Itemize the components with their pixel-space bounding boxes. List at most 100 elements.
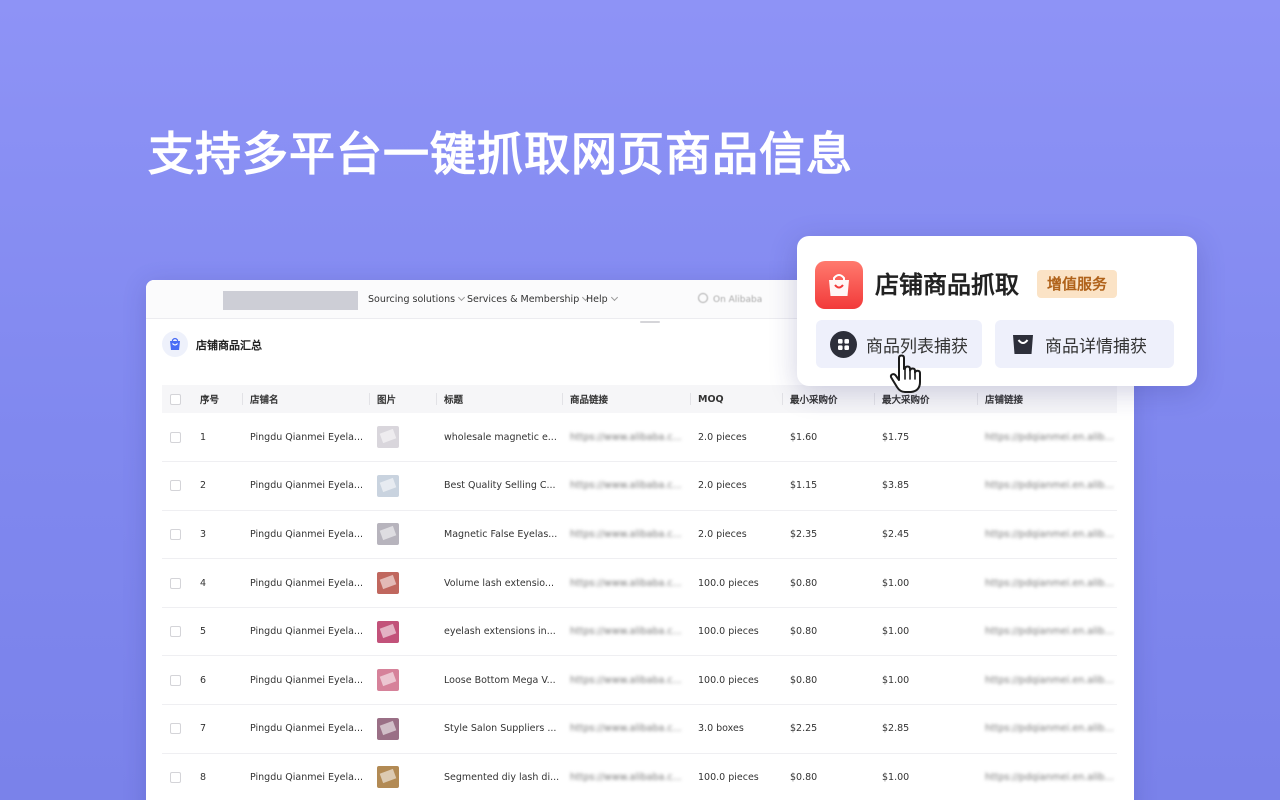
column-header: 店铺名 <box>242 385 369 413</box>
product-title: Style Salon Suppliers ... <box>436 704 562 754</box>
search-input[interactable]: On Alibaba <box>698 293 762 305</box>
capture-detail-button[interactable]: 商品详情捕获 <box>995 320 1174 368</box>
column-divider <box>782 393 783 405</box>
row-checkbox[interactable] <box>170 771 181 783</box>
column-divider <box>436 393 437 405</box>
product-image-cell <box>369 704 436 754</box>
column-header: 序号 <box>192 385 242 413</box>
column-header: 标题 <box>436 385 562 413</box>
nav-sourcing-solutions[interactable]: Sourcing solutions <box>368 293 466 305</box>
product-image-cell <box>369 510 436 560</box>
table-row[interactable]: 8 Pingdu Qianmei Eyela... Segmented diy la… <box>162 753 1117 800</box>
product-image-cell <box>369 655 436 706</box>
row-select-cell <box>162 704 192 754</box>
row-number: 6 <box>192 655 242 706</box>
product-title: Volume lash extensio... <box>436 558 562 608</box>
product-link[interactable]: https://www.alibaba.c... <box>562 607 690 657</box>
shop-link[interactable]: https://pdqianmei.en.alibab... <box>977 753 1117 800</box>
nav-help[interactable]: Help <box>586 293 618 305</box>
table-row[interactable]: 1 Pingdu Qianmei Eyela... wholesale magnet… <box>162 413 1117 463</box>
hand-pointer-icon <box>889 354 921 393</box>
product-thumbnail[interactable] <box>377 572 399 595</box>
product-thumbnail[interactable] <box>377 766 399 789</box>
moq: 3.0 boxes <box>690 704 782 754</box>
nav-label: Services & Membership <box>467 294 580 305</box>
moq: 100.0 pieces <box>690 753 782 800</box>
table-row[interactable]: 4 Pingdu Qianmei Eyela... Volume lash exte… <box>162 558 1117 608</box>
product-thumbnail[interactable] <box>377 426 399 449</box>
column-header: 最小采购价 <box>782 385 874 413</box>
table-row[interactable]: 2 Pingdu Qianmei Eyela... Best Quality Sel… <box>162 461 1117 511</box>
product-thumbnail[interactable] <box>377 523 399 546</box>
min-price: $0.80 <box>782 607 874 657</box>
table-row[interactable]: 3 Pingdu Qianmei Eyela... Magnetic False E… <box>162 510 1117 560</box>
row-checkbox[interactable] <box>170 577 181 589</box>
moq: 2.0 pieces <box>690 461 782 511</box>
shop-name: Pingdu Qianmei Eyela... <box>242 413 369 463</box>
row-number: 4 <box>192 558 242 608</box>
shopping-bag-icon <box>162 331 188 357</box>
column-header-label: 最大采购价 <box>882 395 930 406</box>
column-divider <box>369 393 370 405</box>
row-checkbox[interactable] <box>170 480 181 492</box>
product-image-cell <box>369 461 436 511</box>
hero-headline: 支持多平台一键抓取网页商品信息 <box>148 127 853 181</box>
row-select-cell <box>162 607 192 657</box>
row-checkbox[interactable] <box>170 626 181 638</box>
product-link[interactable]: https://www.alibaba.c... <box>562 413 690 463</box>
column-divider <box>242 393 243 405</box>
product-link[interactable]: https://www.alibaba.c... <box>562 461 690 511</box>
row-checkbox[interactable] <box>170 723 181 735</box>
shop-name: Pingdu Qianmei Eyela... <box>242 704 369 754</box>
row-number: 5 <box>192 607 242 657</box>
select-all-checkbox[interactable] <box>170 393 181 405</box>
shop-link[interactable]: https://pdqianmei.en.alibab... <box>977 607 1117 657</box>
nav-services-membership[interactable]: Services & Membership <box>467 293 590 305</box>
min-price: $2.35 <box>782 510 874 560</box>
table-row[interactable]: 5 Pingdu Qianmei Eyela... eyelash extensio… <box>162 607 1117 657</box>
row-select-cell <box>162 510 192 560</box>
shop-link[interactable]: https://pdqianmei.en.alibab... <box>977 461 1117 511</box>
search-icon <box>698 293 708 303</box>
row-checkbox[interactable] <box>170 431 181 443</box>
nav-label: Sourcing solutions <box>368 294 456 305</box>
search-placeholder: On Alibaba <box>713 295 763 305</box>
product-title: eyelash extensions in... <box>436 607 562 657</box>
product-thumbnail[interactable] <box>377 717 399 740</box>
row-number: 3 <box>192 510 242 560</box>
shop-name: Pingdu Qianmei Eyela... <box>242 655 369 706</box>
product-thumbnail[interactable] <box>377 620 399 643</box>
table-row[interactable]: 7 Pingdu Qianmei Eyela... Style Salon Supp… <box>162 704 1117 754</box>
card-title: 店铺商品抓取 <box>875 271 1019 299</box>
max-price: $3.85 <box>874 461 977 511</box>
chevron-down-icon <box>610 293 618 302</box>
shop-link[interactable]: https://pdqianmei.en.alibab... <box>977 704 1117 754</box>
row-checkbox[interactable] <box>170 674 181 686</box>
shop-link[interactable]: https://pdqianmei.en.alibab... <box>977 558 1117 608</box>
column-header: 商品链接 <box>562 385 690 413</box>
row-checkbox[interactable] <box>170 528 181 540</box>
shop-link[interactable]: https://pdqianmei.en.alibab... <box>977 655 1117 706</box>
column-header-label: 店铺链接 <box>985 395 1024 406</box>
column-header: 图片 <box>369 385 436 413</box>
shop-link[interactable]: https://pdqianmei.en.alibab... <box>977 510 1117 560</box>
product-link[interactable]: https://www.alibaba.c... <box>562 655 690 706</box>
product-link[interactable]: https://www.alibaba.c... <box>562 704 690 754</box>
product-link[interactable]: https://www.alibaba.c... <box>562 753 690 800</box>
max-price: $1.00 <box>874 655 977 706</box>
max-price: $1.75 <box>874 413 977 463</box>
product-title: wholesale magnetic e... <box>436 413 562 463</box>
row-number: 1 <box>192 413 242 463</box>
product-thumbnail[interactable] <box>377 669 399 692</box>
product-thumbnail[interactable] <box>377 474 399 497</box>
column-divider <box>690 393 691 405</box>
table-row[interactable]: 6 Pingdu Qianmei Eyela... Loose Bottom Meg… <box>162 655 1117 706</box>
product-link[interactable]: https://www.alibaba.c... <box>562 558 690 608</box>
product-title: Best Quality Selling C... <box>436 461 562 511</box>
min-price: $2.25 <box>782 704 874 754</box>
product-link[interactable]: https://www.alibaba.c... <box>562 510 690 560</box>
select-all-header <box>162 385 192 413</box>
panel-title: 店铺商品汇总 <box>196 339 262 352</box>
column-divider <box>874 393 875 405</box>
shop-link[interactable]: https://pdqianmei.en.alibab... <box>977 413 1117 463</box>
